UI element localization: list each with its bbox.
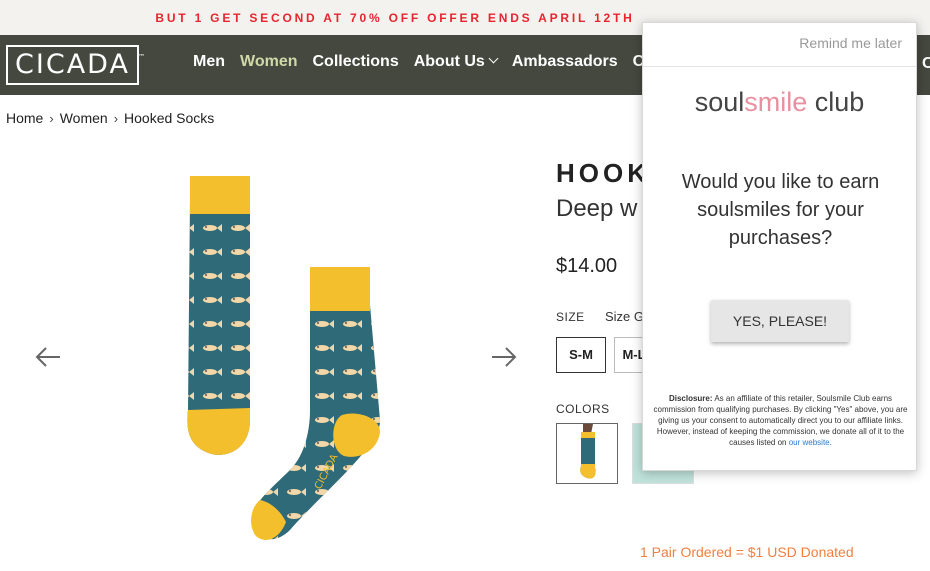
- logo-trademark: ™: [138, 53, 145, 61]
- breadcrumb-current: Hooked Socks: [124, 110, 215, 126]
- brand-soul: soul: [694, 87, 745, 117]
- brand-smile: smile: [744, 87, 808, 117]
- product-subtitle: Deep w: [556, 195, 638, 222]
- chevron-down-icon: [488, 53, 499, 64]
- brand-club: club: [807, 87, 865, 117]
- our-website-link[interactable]: our website: [789, 438, 830, 447]
- soulsmile-popup: Remind me later soulsmile club Would you…: [642, 22, 917, 471]
- product-image-socks: CICADA: [187, 176, 381, 540]
- breadcrumb: Home › Women › Hooked Socks: [6, 110, 214, 126]
- color-swatch-selected[interactable]: [556, 423, 618, 484]
- disclosure-label: Disclosure:: [668, 394, 713, 403]
- gallery-prev-button[interactable]: [32, 340, 64, 372]
- popup-divider: [643, 66, 916, 67]
- nav-item-ambassadors[interactable]: Ambassadors: [512, 53, 618, 71]
- nav-item-about-us[interactable]: About Us: [413, 53, 499, 71]
- product-title: HOOK: [556, 158, 650, 188]
- logo-text: CICADA: [15, 49, 130, 80]
- nav-item-about-us-label: About Us: [413, 53, 485, 70]
- breadcrumb-separator: ›: [113, 110, 119, 126]
- nav-links: Men Women Collections About Us Ambassado…: [193, 53, 644, 71]
- nav-right-fragment[interactable]: C: [922, 55, 930, 73]
- breadcrumb-separator: ›: [49, 110, 54, 126]
- size-option-s-m[interactable]: S-M: [556, 337, 606, 373]
- nav-item-men[interactable]: Men: [193, 53, 225, 71]
- yes-please-button[interactable]: YES, PLEASE!: [711, 300, 849, 342]
- popup-question: Would you like to earn soulsmiles for yo…: [681, 171, 880, 249]
- cicada-logo[interactable]: CICADA ™: [6, 45, 145, 85]
- breadcrumb-women[interactable]: Women: [60, 110, 108, 126]
- donation-note: 1 Pair Ordered = $1 USD Donated: [640, 544, 854, 560]
- remind-later-button[interactable]: Remind me later: [799, 35, 902, 51]
- chevron-left-icon: [35, 347, 60, 367]
- right-sock: [251, 267, 381, 540]
- size-guide-link[interactable]: Size G: [605, 309, 644, 324]
- disclosure-end: .: [829, 438, 832, 447]
- colors-label: COLORS: [556, 402, 610, 416]
- breadcrumb-home[interactable]: Home: [6, 110, 43, 126]
- chevron-right-icon: [492, 347, 517, 367]
- swatch-image: [557, 424, 617, 483]
- nav-item-collections[interactable]: Collections: [312, 53, 398, 71]
- promo-text: BUT 1 GET SECOND AT 70% OFF OFFER ENDS A…: [155, 11, 635, 25]
- nav-item-women[interactable]: Women: [240, 53, 297, 71]
- gallery-next-button[interactable]: [488, 340, 520, 372]
- product-price: $14.00: [556, 255, 618, 277]
- left-sock: [187, 176, 250, 455]
- disclosure-text: Disclosure: As an affiliate of this reta…: [652, 393, 909, 448]
- size-label: SIZE: [556, 310, 585, 324]
- soulsmile-brand: soulsmile club: [643, 87, 916, 118]
